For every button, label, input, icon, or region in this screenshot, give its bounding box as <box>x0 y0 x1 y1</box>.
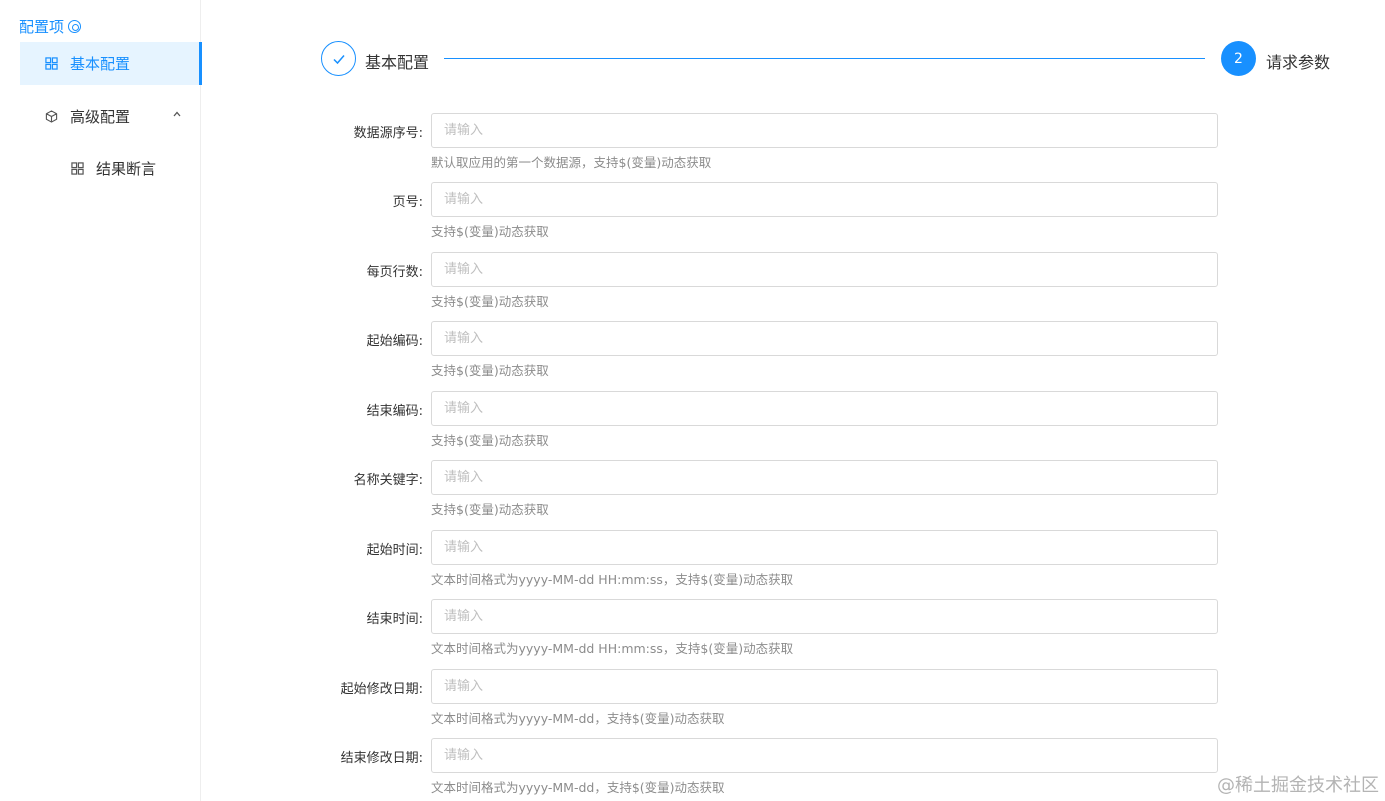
form-row-end-time: 结束时间: 文本时间格式为yyyy-MM-dd HH:mm:ss，支持$(变量)… <box>300 599 1220 665</box>
watermark: @稀土掘金技术社区 <box>1217 775 1379 796</box>
field-label: 起始编码: <box>366 334 423 349</box>
field-label: 名称关键字: <box>353 473 423 488</box>
sidebar-header: 配置项 <box>19 16 82 37</box>
name-keyword-input[interactable] <box>431 460 1218 495</box>
step-number-circle: 2 <box>1221 41 1256 76</box>
field-help-text: 支持$(变量)动态获取 <box>431 224 549 239</box>
field-label: 页号: <box>392 195 423 210</box>
datasource-index-input[interactable] <box>431 113 1218 148</box>
sidebar-item-result-assertion[interactable]: 结果断言 <box>20 147 200 190</box>
check-icon <box>332 54 345 64</box>
form-row-name-keyword: 名称关键字: 支持$(变量)动态获取 <box>300 460 1220 526</box>
form-row-rows-per-page: 每页行数: 支持$(变量)动态获取 <box>300 252 1220 318</box>
grid-icon <box>71 162 84 175</box>
end-modified-date-input[interactable] <box>431 738 1218 773</box>
chevron-up-icon[interactable] <box>172 109 182 119</box>
field-help-text: 支持$(变量)动态获取 <box>431 502 549 517</box>
grid-icon <box>45 57 58 70</box>
field-label: 数据源序号: <box>353 126 423 141</box>
form-row-start-time: 起始时间: 文本时间格式为yyyy-MM-dd HH:mm:ss，支持$(变量)… <box>300 530 1220 596</box>
end-time-input[interactable] <box>431 599 1218 634</box>
field-label: 结束修改日期: <box>340 751 423 766</box>
cube-icon <box>45 110 58 123</box>
rows-per-page-input[interactable] <box>431 252 1218 287</box>
sidebar-item-label: 基本配置 <box>70 55 131 73</box>
sidebar-item-label: 结果断言 <box>96 160 157 178</box>
field-help-text: 支持$(变量)动态获取 <box>431 294 549 309</box>
sidebar-title: 配置项 <box>19 18 65 36</box>
field-help-text: 文本时间格式为yyyy-MM-dd HH:mm:ss，支持$(变量)动态获取 <box>431 572 794 587</box>
form-row-end-modified-date: 结束修改日期: 文本时间格式为yyyy-MM-dd，支持$(变量)动态获取 <box>300 738 1220 801</box>
sidebar-item-label: 高级配置 <box>70 108 131 126</box>
page-number-input[interactable] <box>431 182 1218 217</box>
steps-bar: 基本配置 2 请求参数 <box>321 41 1341 77</box>
field-help-text: 默认取应用的第一个数据源，支持$(变量)动态获取 <box>431 155 712 170</box>
form-row-start-code: 起始编码: 支持$(变量)动态获取 <box>300 321 1220 387</box>
form-row-datasource-index: 数据源序号: 默认取应用的第一个数据源，支持$(变量)动态获取 <box>300 113 1220 179</box>
field-help-text: 文本时间格式为yyyy-MM-dd，支持$(变量)动态获取 <box>431 780 725 795</box>
form-row-start-modified-date: 起始修改日期: 文本时间格式为yyyy-MM-dd，支持$(变量)动态获取 <box>300 669 1220 735</box>
field-help-text: 支持$(变量)动态获取 <box>431 433 549 448</box>
field-help-text: 文本时间格式为yyyy-MM-dd，支持$(变量)动态获取 <box>431 711 725 726</box>
field-label: 起始修改日期: <box>340 682 423 697</box>
settings-target-icon[interactable] <box>68 20 82 33</box>
start-time-input[interactable] <box>431 530 1218 565</box>
start-modified-date-input[interactable] <box>431 669 1218 704</box>
end-code-input[interactable] <box>431 391 1218 426</box>
step-title: 请求参数 <box>1266 53 1331 72</box>
step-connector-line <box>444 58 1205 59</box>
sidebar-item-basic-config[interactable]: 基本配置 <box>20 42 202 85</box>
field-label: 结束编码: <box>366 404 423 419</box>
form-row-page-number: 页号: 支持$(变量)动态获取 <box>300 182 1220 248</box>
field-label: 起始时间: <box>366 543 423 558</box>
sidebar-item-advanced-config[interactable]: 高级配置 <box>20 95 200 138</box>
field-help-text: 支持$(变量)动态获取 <box>431 363 549 378</box>
form-row-end-code: 结束编码: 支持$(变量)动态获取 <box>300 391 1220 457</box>
sidebar: 配置项 基本配置 高级配置 结果断言 <box>0 0 202 801</box>
field-label: 每页行数: <box>366 265 423 280</box>
field-help-text: 文本时间格式为yyyy-MM-dd HH:mm:ss，支持$(变量)动态获取 <box>431 641 794 656</box>
start-code-input[interactable] <box>431 321 1218 356</box>
step-title: 基本配置 <box>365 53 430 72</box>
step-finished-circle <box>321 41 356 76</box>
field-label: 结束时间: <box>366 612 423 627</box>
